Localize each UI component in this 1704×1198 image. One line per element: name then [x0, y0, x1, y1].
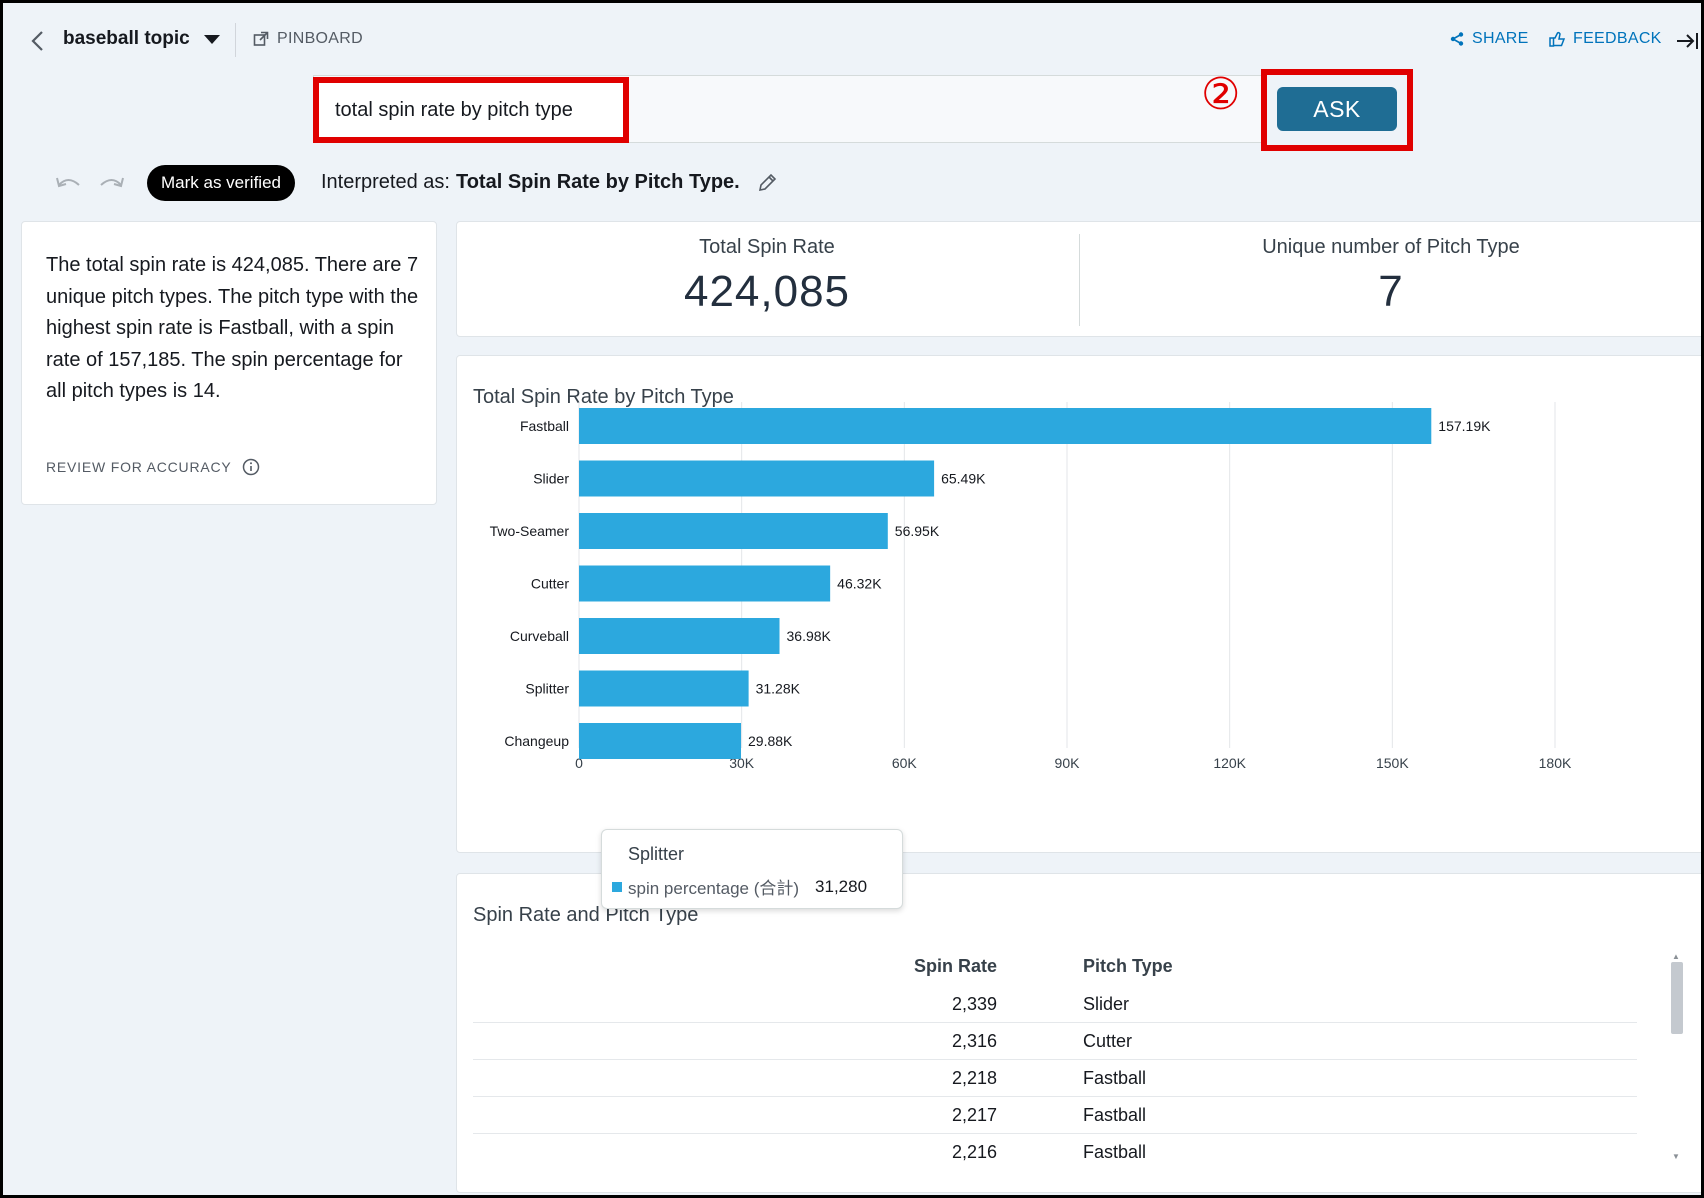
interpretation-prefix: Interpreted as:: [321, 171, 450, 193]
pinboard-label: PINBOARD: [277, 30, 363, 47]
redo-icon[interactable]: [97, 173, 127, 193]
thumbs-up-icon: [1549, 31, 1566, 47]
x-tick-label: 180K: [1539, 755, 1572, 771]
pencil-icon[interactable]: [756, 172, 778, 194]
bar[interactable]: [579, 513, 888, 549]
cell-spin-rate: 2,316: [951, 1031, 997, 1051]
bar[interactable]: [579, 618, 780, 654]
undo-icon[interactable]: [53, 173, 83, 193]
pinboard-button[interactable]: PINBOARD: [253, 30, 363, 48]
table-card: Spin Rate and Pitch Type Spin Rate Pitch…: [456, 873, 1701, 1193]
chevron-left-icon[interactable]: [29, 29, 47, 53]
cell-spin-rate: 2,217: [951, 1105, 997, 1125]
kpi-card: Total Spin Rate 424,085 Unique number of…: [456, 221, 1701, 337]
table-row[interactable]: 2,339 Slider: [473, 986, 1637, 1023]
search-input[interactable]: total spin rate by pitch type: [313, 77, 629, 143]
share-label: SHARE: [1472, 30, 1529, 47]
narrative-text: The total spin rate is 424,085. There ar…: [46, 254, 419, 402]
tooltip-series: spin percentage (合計): [628, 879, 800, 898]
interpretation-value: Total Spin Rate by Pitch Type.: [455, 171, 740, 193]
scroll-up-icon[interactable]: ▲: [1672, 952, 1680, 961]
category-label: Fastball: [520, 418, 569, 434]
caret-down-icon: [203, 34, 220, 44]
x-tick-label: 150K: [1376, 755, 1409, 771]
data-label: 31.28K: [756, 681, 801, 697]
cell-spin-rate: 2,216: [951, 1142, 997, 1162]
feedback-button[interactable]: FEEDBACK: [1549, 30, 1662, 48]
data-label: 46.32K: [837, 576, 882, 592]
collapse-panel-icon[interactable]: [1675, 29, 1699, 53]
data-label: 56.95K: [895, 523, 940, 539]
cell-pitch-type: Slider: [1083, 994, 1130, 1014]
data-label: 65.49K: [941, 471, 986, 487]
mark-as-verified-button[interactable]: Mark as verified: [147, 165, 295, 201]
x-tick-label: 120K: [1213, 755, 1246, 771]
bar[interactable]: [579, 408, 1432, 444]
bar-chart[interactable]: 0 30K 60K 90K 120K 150K 180KFastball 157.19KSli…: [457, 356, 1704, 854]
feedback-label: FEEDBACK: [1573, 30, 1662, 47]
category-label: Two-Seamer: [490, 523, 570, 539]
category-label: Slider: [533, 471, 569, 487]
narrative-card: The total spin rate is 424,085. There ar…: [21, 221, 437, 505]
cell-pitch-type: Fastball: [1083, 1105, 1147, 1125]
table-row[interactable]: 2,216 Fastball: [473, 1134, 1637, 1171]
data-label: 29.88K: [748, 733, 793, 749]
kpi-divider: [1079, 234, 1080, 326]
divider: [235, 23, 236, 57]
kpi-label: Unique number of Pitch Type: [1262, 236, 1520, 258]
kpi-label: Total Spin Rate: [699, 236, 835, 258]
kpi-total-spin-rate: Total Spin Rate 424,085: [467, 236, 1067, 317]
tooltip-swatch: [612, 881, 622, 892]
search-query: total spin rate by pitch type: [335, 98, 573, 121]
column-header-pitch-type[interactable]: Pitch Type: [1083, 956, 1173, 977]
topic-selector[interactable]: baseball topic: [63, 28, 220, 50]
tooltip-value: 31,280: [815, 876, 868, 896]
bar[interactable]: [579, 670, 749, 707]
topic-name: baseball topic: [63, 28, 190, 49]
cell-spin-rate: 2,339: [951, 994, 997, 1014]
x-tick-label: 60K: [892, 755, 918, 771]
kpi-value: 424,085: [683, 267, 851, 316]
category-label: Splitter: [525, 681, 569, 697]
column-header-spin-rate[interactable]: Spin Rate: [797, 956, 997, 977]
table-row[interactable]: 2,316 Cutter: [473, 1023, 1637, 1060]
share-button[interactable]: SHARE: [1449, 30, 1529, 48]
scroll-down-icon[interactable]: ▼: [1672, 1152, 1680, 1161]
step-marker: ②: [1201, 70, 1241, 119]
category-label: Curveball: [510, 628, 569, 644]
data-label: 36.98K: [787, 628, 832, 644]
bar[interactable]: [579, 565, 831, 602]
share-icon: [1450, 32, 1464, 46]
data-label: 157.19K: [1438, 418, 1491, 434]
ask-button[interactable]: ASK: [1277, 87, 1397, 131]
cell-pitch-type: Fastball: [1083, 1068, 1147, 1088]
external-pin-icon: [253, 31, 269, 46]
kpi-unique-pitch-types: Unique number of Pitch Type 7: [1091, 236, 1691, 317]
table-scrollbar[interactable]: [1671, 962, 1683, 1034]
app-frame: baseball topic PINBOARD SHARE FEEDBACK t…: [0, 0, 1704, 1198]
chart-tooltip: Splitter spin percentage (合計) 31,280: [601, 829, 903, 909]
interpretation-text: Interpreted as: Total Spin Rate by Pitch…: [321, 171, 778, 194]
table-row[interactable]: 2,218 Fastball: [473, 1060, 1637, 1097]
cell-pitch-type: Fastball: [1083, 1142, 1147, 1162]
bar[interactable]: [579, 460, 935, 497]
bar[interactable]: [579, 723, 742, 759]
info-icon: [242, 458, 259, 476]
tooltip-row: spin percentage (合計) 31,280: [612, 874, 867, 899]
kpi-value: 7: [1378, 267, 1404, 316]
bar-chart-card: Total Spin Rate by Pitch Type 0 30K 60K 90K…: [456, 355, 1704, 854]
x-tick-label: 90K: [1055, 755, 1081, 771]
top-bar: baseball topic PINBOARD SHARE FEEDBACK: [3, 3, 1701, 75]
review-label: REVIEW FOR ACCURACY: [46, 459, 232, 475]
category-label: Cutter: [531, 576, 569, 592]
review-for-accuracy-link[interactable]: REVIEW FOR ACCURACY: [46, 458, 260, 476]
cell-pitch-type: Cutter: [1083, 1031, 1133, 1051]
cell-spin-rate: 2,218: [951, 1068, 997, 1088]
category-label: Changeup: [504, 733, 569, 749]
table-row[interactable]: 2,217 Fastball: [473, 1097, 1637, 1134]
tooltip-title: Splitter: [628, 844, 685, 864]
